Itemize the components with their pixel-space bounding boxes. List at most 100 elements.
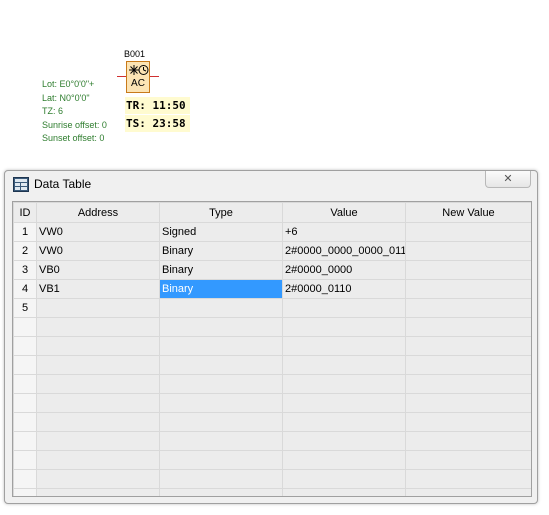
cell-new-value[interactable]	[405, 260, 531, 280]
header-id[interactable]: ID	[13, 202, 37, 223]
param-sunrise-offset: Sunrise offset: 0	[42, 119, 107, 130]
empty-cell	[282, 374, 406, 394]
empty-cell	[282, 393, 406, 413]
cell-id: 5	[13, 298, 37, 318]
param-latitude: Lat: N0°0'0"	[42, 92, 90, 103]
empty-cell	[282, 412, 406, 432]
empty-cell	[159, 355, 283, 375]
param-longitude: Lot: E0°0'0"+	[42, 79, 95, 89]
empty-row	[13, 469, 531, 489]
empty-cell	[36, 488, 160, 496]
sun-clock-icon	[129, 65, 149, 75]
empty-cell	[159, 488, 283, 496]
cell-type[interactable]: Binary	[159, 241, 283, 261]
data-grid[interactable]: ID Address Type Value New Value 1 VW0 Si…	[12, 201, 532, 497]
header-new-value[interactable]: New Value	[405, 202, 531, 223]
table-row[interactable]: 2 VW0 Binary 2#0000_0000_0000_0110	[13, 241, 531, 261]
empty-cell	[159, 469, 283, 489]
header-type[interactable]: Type	[159, 202, 283, 223]
header-address[interactable]: Address	[36, 202, 160, 223]
data-table-icon	[13, 177, 29, 192]
empty-cell	[282, 336, 406, 356]
cell-value: 2#0000_0000_0000_0110	[282, 241, 406, 261]
empty-cell	[36, 336, 160, 356]
cell-id: 4	[13, 279, 37, 299]
empty-cell	[405, 374, 531, 394]
cell-type[interactable]: Signed	[159, 222, 283, 242]
empty-row	[13, 488, 531, 496]
empty-cell	[159, 374, 283, 394]
cell-type[interactable]	[159, 298, 283, 318]
data-table-window[interactable]: Data Table ✕ ID Address Type Value New V…	[4, 170, 538, 504]
cell-address[interactable]: VB0	[36, 260, 160, 280]
empty-row	[13, 374, 531, 394]
empty-cell	[159, 336, 283, 356]
cell-value	[282, 298, 406, 318]
empty-cell	[13, 450, 37, 470]
empty-row	[13, 336, 531, 356]
cell-type-selected[interactable]: Binary	[159, 279, 283, 299]
empty-cell	[405, 355, 531, 375]
empty-cell	[13, 374, 37, 394]
cell-address[interactable]: VB1	[36, 279, 160, 299]
empty-cell	[405, 450, 531, 470]
block-output-wire	[150, 76, 159, 77]
empty-cell	[159, 431, 283, 451]
cell-address[interactable]	[36, 298, 160, 318]
table-row[interactable]: 5	[13, 298, 531, 318]
empty-cell	[36, 317, 160, 337]
table-row[interactable]: 4 VB1 Binary 2#0000_0110	[13, 279, 531, 299]
empty-cell	[159, 450, 283, 470]
empty-cell	[405, 412, 531, 432]
empty-cell	[405, 469, 531, 489]
empty-cell	[13, 488, 37, 496]
cell-value: 2#0000_0110	[282, 279, 406, 299]
close-button[interactable]: ✕	[485, 171, 531, 188]
cell-new-value[interactable]	[405, 298, 531, 318]
empty-cell	[13, 393, 37, 413]
param-sunset-offset: Sunset offset: 0	[42, 133, 105, 143]
cell-new-value[interactable]	[405, 279, 531, 299]
block-parameters: Lot: E0°0'0"+ Lat: N0°0'0" TZ: 6 Sunrise…	[42, 78, 107, 146]
empty-cell	[282, 450, 406, 470]
cell-id: 2	[13, 241, 37, 261]
empty-cell	[13, 355, 37, 375]
empty-cell	[159, 412, 283, 432]
block-times: TR: 11:50 TS: 23:58	[125, 97, 190, 133]
empty-cell	[36, 393, 160, 413]
empty-cell	[282, 488, 406, 496]
empty-cell	[36, 469, 160, 489]
param-timezone: TZ: 6	[42, 106, 64, 116]
window-titlebar[interactable]: Data Table ✕	[5, 171, 537, 197]
empty-cell	[13, 412, 37, 432]
empty-cell	[13, 431, 37, 451]
cell-new-value[interactable]	[405, 222, 531, 242]
empty-cell	[13, 469, 37, 489]
block-label: AC	[131, 78, 145, 89]
cell-type[interactable]: Binary	[159, 260, 283, 280]
empty-cell	[36, 374, 160, 394]
empty-cell	[282, 469, 406, 489]
cell-new-value[interactable]	[405, 241, 531, 261]
empty-row	[13, 317, 531, 337]
empty-cell	[13, 317, 37, 337]
table-header-row: ID Address Type Value New Value	[13, 202, 531, 223]
table-row[interactable]: 3 VB0 Binary 2#0000_0000	[13, 260, 531, 280]
close-icon: ✕	[503, 173, 513, 185]
empty-cell	[282, 317, 406, 337]
empty-cell	[405, 488, 531, 496]
cell-id: 3	[13, 260, 37, 280]
empty-cell	[36, 431, 160, 451]
empty-row	[13, 431, 531, 451]
table-row[interactable]: 1 VW0 Signed +6	[13, 222, 531, 242]
empty-cell	[282, 355, 406, 375]
empty-cell	[405, 431, 531, 451]
cell-address[interactable]: VW0	[36, 241, 160, 261]
header-value[interactable]: Value	[282, 202, 406, 223]
astronomical-clock-block[interactable]: AC	[126, 61, 150, 93]
cell-address[interactable]: VW0	[36, 222, 160, 242]
empty-row	[13, 412, 531, 432]
empty-cell	[36, 450, 160, 470]
empty-cell	[405, 393, 531, 413]
empty-row	[13, 393, 531, 413]
